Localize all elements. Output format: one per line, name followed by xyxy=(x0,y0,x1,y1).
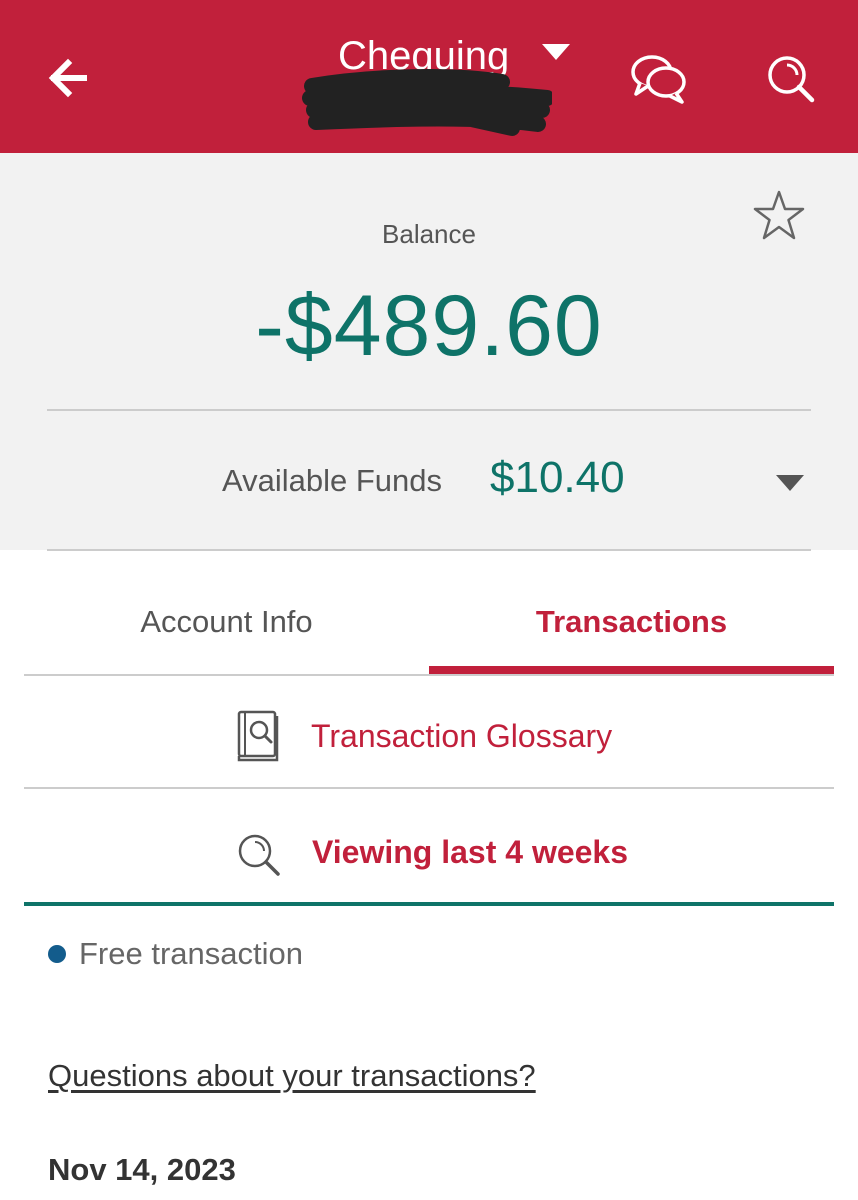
legend-dot xyxy=(48,945,66,963)
tabs-divider xyxy=(24,674,834,676)
caret-down-icon xyxy=(776,475,804,491)
header-search-button[interactable] xyxy=(762,50,818,106)
available-funds-row[interactable]: Available Funds $10.40 xyxy=(0,413,858,549)
search-icon xyxy=(768,56,815,103)
active-tab-indicator xyxy=(429,666,834,674)
back-button[interactable] xyxy=(40,50,96,106)
balance-amount: -$489.60 xyxy=(255,278,603,374)
redacted-account-number xyxy=(302,69,552,136)
app-header: Chequing xyxy=(0,0,858,153)
available-funds-label: Available Funds xyxy=(222,463,443,498)
transaction-glossary-label: Transaction Glossary xyxy=(311,718,613,754)
date-range-filter-button[interactable]: Viewing last 4 weeks xyxy=(24,800,834,900)
date-range-filter-label: Viewing last 4 weeks xyxy=(312,834,629,870)
divider xyxy=(47,409,811,411)
back-arrow-icon xyxy=(48,58,87,98)
balance-panel: Balance -$489.60 Available Funds $10.40 xyxy=(0,153,858,550)
chat-bubbles-icon xyxy=(631,55,686,104)
tab-transactions[interactable]: Transactions xyxy=(429,570,834,674)
chat-button[interactable] xyxy=(628,50,690,106)
questions-link[interactable]: Questions about your transactions? xyxy=(48,1058,536,1094)
search-icon xyxy=(238,834,280,876)
available-funds-amount: $10.40 xyxy=(490,453,625,502)
book-search-icon xyxy=(237,710,279,762)
balance-label: Balance xyxy=(382,219,476,249)
transaction-date-header: Nov 14, 2023 xyxy=(48,1152,236,1187)
caret-down-icon xyxy=(542,44,570,60)
legend-label: Free transaction xyxy=(79,936,303,971)
transaction-glossary-button[interactable]: Transaction Glossary xyxy=(24,690,834,788)
account-tabs: Account Info Transactions xyxy=(24,570,834,676)
tab-account-info[interactable]: Account Info xyxy=(24,570,429,674)
divider xyxy=(24,902,834,906)
account-details-screen: Chequing Balance -$489.60 Available Fund… xyxy=(0,0,858,1200)
divider xyxy=(47,549,811,551)
account-selector[interactable]: Chequing xyxy=(300,28,600,138)
divider xyxy=(24,787,834,789)
